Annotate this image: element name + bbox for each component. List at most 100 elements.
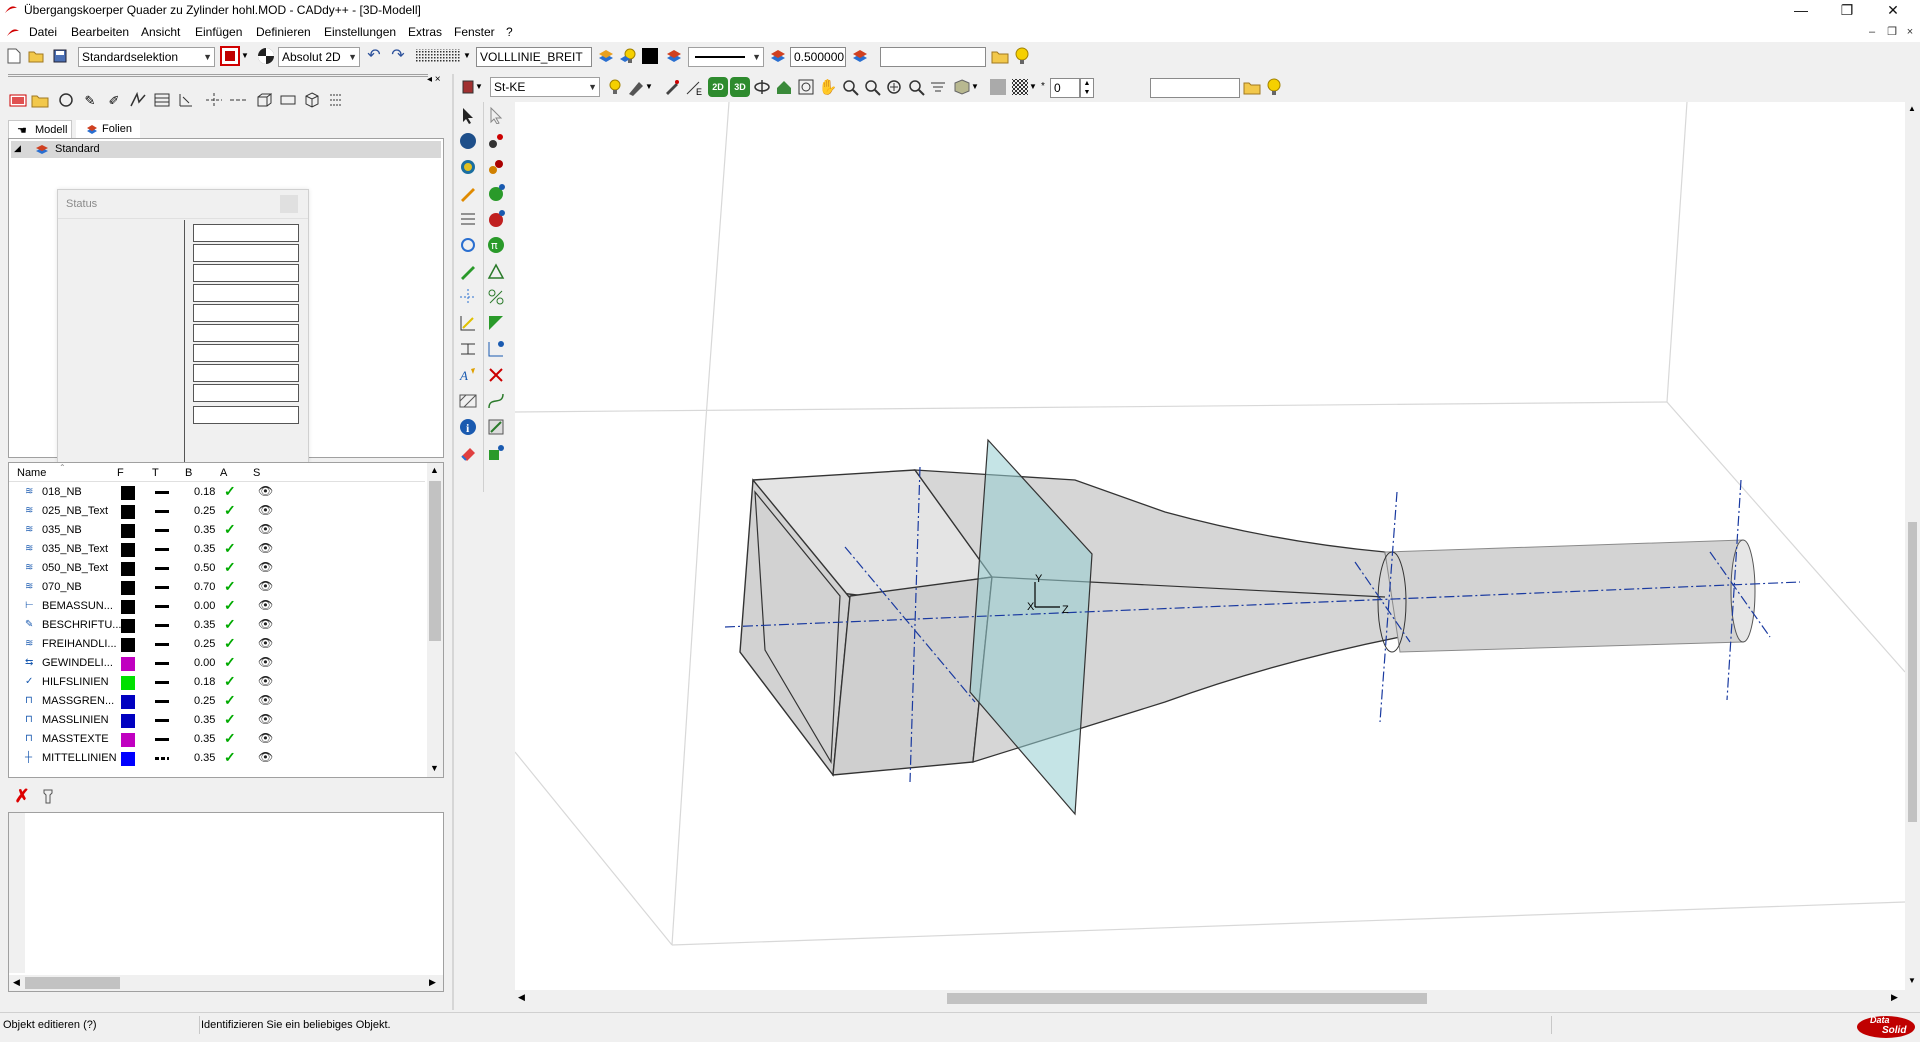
- layer-row[interactable]: ┼ MITTELLINIEN 0.35 ✓ 👁: [9, 749, 425, 768]
- close-button[interactable]: ✕: [1870, 0, 1916, 22]
- 3d-model-canvas[interactable]: Y X Z: [514, 101, 1906, 990]
- layer-width[interactable]: 0.35: [194, 752, 215, 764]
- layer-linetype[interactable]: [155, 548, 169, 551]
- check-icon[interactable]: ✓: [224, 692, 236, 709]
- line-style-select[interactable]: ▼: [688, 47, 764, 67]
- layer-width[interactable]: 0.18: [194, 486, 215, 498]
- eye-icon[interactable]: 👁: [258, 484, 273, 498]
- eye-icon[interactable]: 👁: [258, 541, 273, 555]
- layer-width[interactable]: 0.00: [194, 600, 215, 612]
- cylinder-tool-icon[interactable]: [278, 90, 298, 110]
- corner-arrow-icon[interactable]: [485, 338, 507, 360]
- chevron-down-icon[interactable]: ▼: [462, 46, 472, 66]
- redo-icon[interactable]: ↷: [388, 46, 408, 66]
- layer-linetype[interactable]: [155, 681, 169, 684]
- eye-icon[interactable]: 👁: [258, 750, 273, 764]
- menu-ansicht[interactable]: Ansicht: [141, 25, 180, 39]
- minimize-button[interactable]: —: [1778, 0, 1824, 22]
- layer-manager-icon[interactable]: [8, 90, 28, 110]
- pi-formula-icon[interactable]: π: [485, 234, 507, 256]
- tab-folien[interactable]: Folien: [76, 120, 140, 138]
- line-pen-icon[interactable]: [457, 260, 479, 282]
- tab-modell[interactable]: ☚ Modell: [8, 120, 72, 138]
- mdi-minimize-button[interactable]: –: [1862, 24, 1882, 40]
- eye-icon[interactable]: 👁: [258, 693, 273, 707]
- eye-icon[interactable]: 👁: [258, 617, 273, 631]
- layer-color-swatch[interactable]: [121, 581, 135, 595]
- selection-mode-select[interactable]: Standardselektion ▼: [78, 47, 215, 67]
- shading-icon[interactable]: [988, 77, 1008, 97]
- panel-pin-icon[interactable]: ◂ ×: [427, 74, 441, 85]
- zoom-in-icon[interactable]: [840, 77, 860, 97]
- mdi-restore-button[interactable]: ❐: [1882, 24, 1902, 40]
- layer-linetype[interactable]: [155, 529, 169, 532]
- eye-icon[interactable]: 👁: [258, 560, 273, 574]
- scroll-up-icon[interactable]: ▲: [1908, 104, 1916, 113]
- layer-row[interactable]: ≋ 018_NB 0.18 ✓ 👁: [9, 483, 425, 502]
- freehand-icon[interactable]: [128, 90, 148, 110]
- check-icon[interactable]: ✓: [224, 521, 236, 538]
- layer-row[interactable]: ≋ FREIHANDLI... 0.25 ✓ 👁: [9, 635, 425, 654]
- view-plane-icon[interactable]: [928, 77, 948, 97]
- edge-icon[interactable]: E: [684, 77, 704, 97]
- check-icon[interactable]: ✓: [224, 559, 236, 576]
- layer-row[interactable]: ⇆ GEWINDELI... 0.00 ✓ 👁: [9, 654, 425, 673]
- eye-icon[interactable]: 👁: [258, 674, 273, 688]
- render-cube-icon[interactable]: [952, 77, 972, 97]
- column-header-active[interactable]: A: [220, 467, 227, 479]
- layer-color-swatch[interactable]: [121, 752, 135, 766]
- view-2d-button[interactable]: 2D: [708, 77, 728, 97]
- check-icon[interactable]: ✓: [224, 540, 236, 557]
- menu-help[interactable]: ?: [506, 25, 513, 39]
- layer-color-swatch[interactable]: [121, 486, 135, 500]
- check-icon[interactable]: ✓: [224, 654, 236, 671]
- viewport-vertical-scrollbar[interactable]: ▲ ▼: [1905, 102, 1920, 990]
- check-icon[interactable]: ✓: [224, 502, 236, 519]
- layer-width[interactable]: 0.50: [194, 562, 215, 574]
- circle-tool-icon[interactable]: [56, 90, 76, 110]
- layer-linetype[interactable]: [155, 586, 169, 589]
- layer-linetype[interactable]: [155, 757, 169, 760]
- green-corner-icon[interactable]: [485, 312, 507, 334]
- layer-row[interactable]: ⊓ MASSLINIEN 0.35 ✓ 👁: [9, 711, 425, 730]
- layer-color-swatch[interactable]: [121, 695, 135, 709]
- properties-hscroll[interactable]: ◀ ▶: [9, 975, 443, 991]
- eye-icon[interactable]: 👁: [258, 598, 273, 612]
- view-3d-button[interactable]: 3D: [730, 77, 750, 97]
- scroll-thumb[interactable]: [947, 993, 1427, 1004]
- coordinate-mode-select[interactable]: Absolut 2D ▼: [278, 47, 360, 67]
- layer-width[interactable]: 0.25: [194, 695, 215, 707]
- layer-color-swatch[interactable]: [121, 562, 135, 576]
- layer-linetype[interactable]: [155, 624, 169, 627]
- color-spheres-icon[interactable]: [485, 156, 507, 178]
- layer-row[interactable]: ≋ 025_NB_Text 0.25 ✓ 👁: [9, 502, 425, 521]
- line-type-name-field[interactable]: VOLLLINIE_BREIT: [476, 47, 592, 67]
- delete-layer-icon[interactable]: ✗: [12, 786, 32, 806]
- pen-icon[interactable]: [662, 77, 682, 97]
- layer-row[interactable]: ✎ BESCHRIFTU... 0.35 ✓ 👁: [9, 616, 425, 635]
- panel-splitter[interactable]: [452, 74, 454, 1010]
- cross-delete-icon[interactable]: [485, 364, 507, 386]
- filter-layer-icon[interactable]: [38, 786, 58, 806]
- cylinder-section[interactable]: [1377, 539, 1756, 653]
- chevron-down-icon[interactable]: ▼: [474, 77, 484, 97]
- scroll-right-icon[interactable]: ▶: [1891, 992, 1898, 1003]
- layer-row[interactable]: ⊓ MASSGREN... 0.25 ✓ 👁: [9, 692, 425, 711]
- layer-list-scrollbar[interactable]: ▲ ▼: [427, 463, 443, 777]
- layer-width[interactable]: 0.70: [194, 581, 215, 593]
- layer-width[interactable]: 0.25: [194, 638, 215, 650]
- cube-icon[interactable]: [302, 90, 322, 110]
- restore-button[interactable]: ❐: [1824, 0, 1870, 22]
- menu-definieren[interactable]: Definieren: [256, 25, 311, 39]
- layer-width[interactable]: 0.35: [194, 543, 215, 555]
- hatch-icon[interactable]: [152, 90, 172, 110]
- layer-row[interactable]: ⊢ BEMASSUN... 0.00 ✓ 👁: [9, 597, 425, 616]
- scroll-left-icon[interactable]: ◀: [518, 992, 525, 1003]
- scroll-down-icon[interactable]: ▼: [1908, 976, 1916, 985]
- grid-snap-icon[interactable]: [416, 46, 460, 66]
- undo-icon[interactable]: ↶: [364, 46, 384, 66]
- layer-width[interactable]: 0.00: [194, 657, 215, 669]
- info-icon[interactable]: i: [457, 416, 479, 438]
- scroll-thumb[interactable]: [1908, 522, 1917, 822]
- text-tool-icon[interactable]: A: [457, 364, 479, 386]
